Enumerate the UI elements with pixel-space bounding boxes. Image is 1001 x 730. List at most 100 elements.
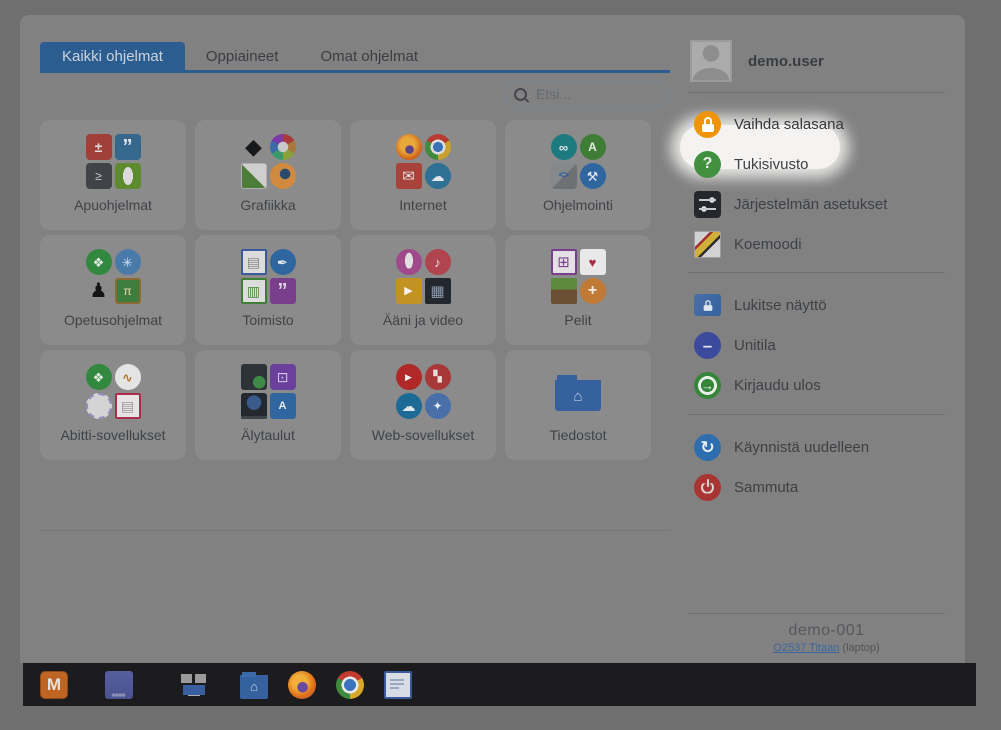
spreadsheet-icon: ▥ — [241, 278, 267, 304]
arduino-icon: ∞ — [551, 134, 577, 160]
category-tile-opetusohjelmat[interactable]: ❖ ✳ ♟ π Opetusohjelmat — [40, 235, 186, 345]
icon-cluster: ± ” ≥ — [86, 134, 141, 191]
category-tile-pelit[interactable]: ⊞ ♥ + Pelit — [505, 235, 651, 345]
graduation-cap-icon: ❖ — [86, 249, 112, 275]
category-label: Abitti-sovellukset — [60, 427, 165, 443]
category-tile-internet[interactable]: ✉ ☁ Internet — [350, 120, 496, 230]
document-icon: ▤ — [115, 393, 141, 419]
menu-button[interactable]: M — [40, 671, 68, 699]
sidebar-item-label: Kirjaudu ulos — [734, 377, 821, 394]
category-tile-grafiikka[interactable]: ◆ Grafiikka — [195, 120, 341, 230]
category-tile-ohjelmointi[interactable]: ∞ A <> ⚒ Ohjelmointi — [505, 120, 651, 230]
icon-cluster: ✉ ☁ — [396, 134, 451, 191]
sidebar-item-lukitse-naytto[interactable]: Lukitse näyttö — [694, 285, 965, 325]
microphone-icon — [396, 249, 422, 275]
sidebar-item-label: Sammuta — [734, 479, 798, 496]
category-grid: ± ” ≥ Apuohjelmat ◆ Grafiikka — [40, 120, 651, 460]
category-tile-toimisto[interactable]: ▤ ✒ ▥ ” Toimisto — [195, 235, 341, 345]
sidebar-item-label: Unitila — [734, 337, 776, 354]
category-tile-alytaulut[interactable]: ⊡ A Älytaulut — [195, 350, 341, 460]
display-icon — [241, 393, 267, 419]
tab-kaikki-ohjelmat[interactable]: Kaikki ohjelmat — [40, 42, 185, 70]
session-sidebar: demo.user Vaihda salasana ? Tukisivusto … — [688, 15, 965, 663]
category-label: Tiedostot — [549, 427, 606, 443]
writer-icon[interactable] — [384, 671, 412, 699]
chrome-icon[interactable] — [336, 671, 364, 699]
category-tile-tiedostot[interactable]: ⌂ Tiedostot — [505, 350, 651, 460]
user-row: demo.user — [690, 38, 965, 84]
firefox-icon — [396, 134, 422, 160]
category-tile-web-sovellukset[interactable]: ▶ ▚ ☁ ✦ Web-sovellukset — [350, 350, 496, 460]
category-tile-abitti-sovellukset[interactable]: ❖ ∿ ▤ Abitti-sovellukset — [40, 350, 186, 460]
sidebar-item-unitila[interactable]: – Unitila — [694, 325, 965, 365]
music-note-icon: ♪ — [425, 249, 451, 275]
gamepad-icon: + — [580, 278, 606, 304]
sidebar-item-koemoodi[interactable]: Koemoodi — [694, 224, 965, 264]
icon-cluster: ⊞ ♥ + — [551, 249, 606, 306]
divider — [688, 272, 945, 273]
category-label: Opetusohjelmat — [64, 312, 162, 328]
launcher-panel: Kaikki ohjelmat Oppiaineet Omat ohjelmat… — [20, 15, 965, 663]
file-manager-icon[interactable]: ⌂ — [240, 671, 268, 699]
screen: Kaikki ohjelmat Oppiaineet Omat ohjelmat… — [0, 0, 1001, 730]
video-editor-icon: ▦ — [425, 278, 451, 304]
tab-oppiaineet[interactable]: Oppiaineet — [185, 42, 300, 70]
category-label: Apuohjelmat — [74, 197, 152, 213]
quotes-icon: ” — [270, 278, 296, 304]
category-label: Internet — [399, 197, 446, 213]
search-box[interactable] — [503, 81, 670, 107]
show-desktop-icon[interactable] — [105, 671, 133, 699]
cloud-icon: ☁ — [425, 163, 451, 189]
icon-cluster: ❖ ✳ ♟ π — [86, 249, 141, 306]
content-divider — [40, 530, 670, 531]
category-tile-apuohjelmat[interactable]: ± ” ≥ Apuohjelmat — [40, 120, 186, 230]
screen-lock-icon — [694, 294, 721, 316]
power-icon — [694, 474, 721, 501]
text-doc-icon: A — [270, 393, 296, 419]
avatar — [690, 40, 732, 82]
divider — [688, 92, 945, 93]
sidebar-item-label: Käynnistä uudelleen — [734, 439, 869, 456]
sidebar-item-jarjestelman-asetukset[interactable]: Järjestelmän asetukset — [694, 184, 965, 224]
help-icon: ? — [694, 151, 721, 178]
atom-icon: ✳ — [115, 249, 141, 275]
sidebar-item-tukisivusto[interactable]: ? Tukisivusto — [694, 144, 965, 184]
book-icon: ▚ — [425, 364, 451, 390]
sidebar-item-vaihda-salasana[interactable]: Vaihda salasana — [694, 104, 965, 144]
pen-icon: ✒ — [270, 249, 296, 275]
mouse-settings-icon — [115, 163, 141, 189]
minecraft-icon — [551, 278, 577, 304]
hostname: demo-001 — [688, 622, 965, 640]
sidebar-item-kaynnista-uudelleen[interactable]: ↻ Käynnistä uudelleen — [694, 427, 965, 467]
category-label: Toimisto — [242, 312, 293, 328]
launcher-tabs: Kaikki ohjelmat Oppiaineet Omat ohjelmat — [40, 42, 439, 70]
sidebar-item-sammuta[interactable]: Sammuta — [694, 467, 965, 507]
build-tool-icon: ⚒ — [580, 163, 606, 189]
firefox-icon[interactable] — [288, 671, 316, 699]
tab-omat-ohjelmat[interactable]: Omat ohjelmat — [299, 42, 439, 70]
chalkboard-icon: π — [115, 278, 141, 304]
settings-sliders-icon — [694, 191, 721, 218]
device-line: O2537 Titaan (laptop) — [688, 642, 965, 654]
chart-icon: ∿ — [115, 364, 141, 390]
graduation-cap-icon: ❖ — [86, 364, 112, 390]
card-game-icon: ♥ — [580, 249, 606, 275]
code-editor-icon: <> — [551, 163, 577, 189]
icon-cluster: ◆ — [241, 134, 296, 191]
category-tile-aani-ja-video[interactable]: ♪ ▶ ▦ Ääni ja video — [350, 235, 496, 345]
sidebar-item-label: Koemoodi — [734, 236, 802, 253]
terminal-icon: ≥ — [86, 163, 112, 189]
category-label: Ohjelmointi — [543, 197, 613, 213]
exam-pencil-icon — [694, 231, 721, 258]
sidebar-item-kirjaudu-ulos[interactable]: → Kirjaudu ulos — [694, 365, 965, 405]
media-play-icon: ▶ — [396, 278, 422, 304]
mail-icon: ✉ — [396, 163, 422, 189]
workspaces-icon[interactable] — [180, 671, 208, 699]
divider — [688, 613, 945, 614]
category-label: Pelit — [564, 312, 591, 328]
icon-cluster: ▶ ▚ ☁ ✦ — [396, 364, 451, 421]
search-input[interactable] — [534, 85, 659, 103]
device-model-link[interactable]: O2537 Titaan — [773, 642, 839, 654]
username: demo.user — [748, 53, 824, 70]
sidebar-item-label: Lukitse näyttö — [734, 297, 827, 314]
